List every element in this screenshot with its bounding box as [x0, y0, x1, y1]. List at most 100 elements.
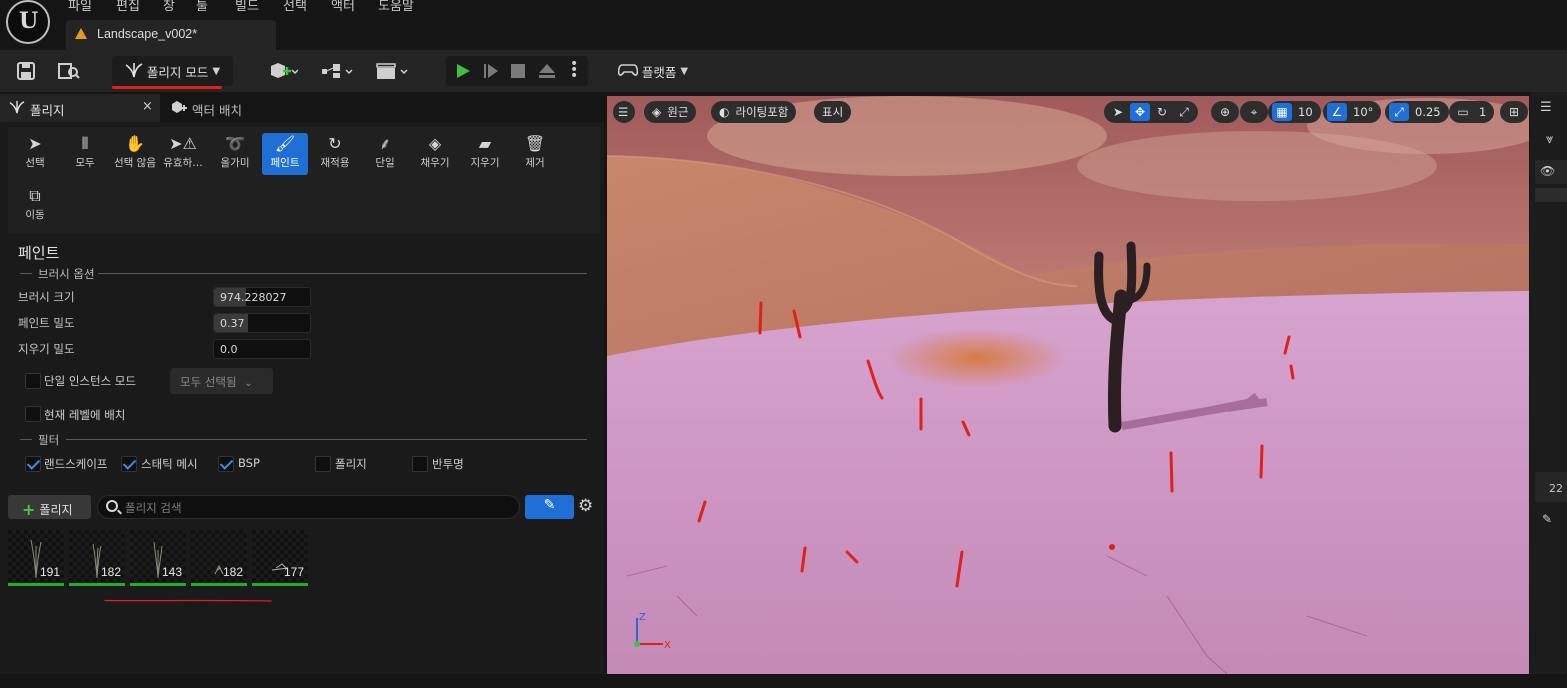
stop-icon[interactable]: [510, 63, 526, 82]
camera-speed-value[interactable]: 1: [1475, 105, 1490, 119]
paint-brush-icon: 🖌: [274, 134, 296, 153]
menu-build[interactable]: 빌드: [235, 0, 259, 14]
filter-icon[interactable]: ⩔: [1546, 132, 1553, 147]
foliage-type-tile[interactable]: 143: [130, 530, 186, 586]
filter-foliage-checkbox[interactable]: [315, 456, 331, 472]
instance-select-dropdown[interactable]: 모두 선택됨 ⌄: [170, 368, 273, 394]
tool-select-all[interactable]: ⦀ 모두: [62, 133, 108, 175]
foliage-type-tile[interactable]: 182: [191, 530, 247, 586]
tool-select-all-label: 모두: [75, 157, 95, 169]
perspective-button[interactable]: ◈ 원근: [644, 101, 697, 123]
unreal-logo-icon[interactable]: U: [6, 0, 50, 44]
scale-snap-value[interactable]: 0.25: [1411, 105, 1445, 119]
filter-bsp-checkbox[interactable]: [218, 456, 234, 472]
tool-paint[interactable]: 🖌 페인트: [262, 133, 308, 175]
gear-icon[interactable]: ⚙: [578, 496, 593, 516]
show-flags-button[interactable]: 표시: [814, 101, 852, 123]
tool-select-invalid[interactable]: ➤⚠ 유효하…: [160, 133, 206, 175]
play-options-icon[interactable]: • • •: [570, 57, 578, 83]
tab-foliage[interactable]: 폴리지 ×: [0, 94, 160, 122]
tool-select[interactable]: ➤ 선택: [12, 133, 58, 175]
surface-snap-icon[interactable]: ⌖: [1244, 103, 1264, 121]
platforms-button[interactable]: 플랫폼 ▼: [611, 56, 695, 86]
browse-content-icon[interactable]: [56, 58, 82, 84]
save-icon[interactable]: [13, 58, 39, 84]
blueprint-icon[interactable]: [318, 58, 358, 84]
rotation-snap-value[interactable]: 10°: [1349, 105, 1377, 119]
fill-bucket-icon: ◈: [428, 134, 442, 153]
tool-paint-label: 페인트: [270, 157, 300, 169]
foliage-type-tile[interactable]: 191: [8, 530, 64, 586]
foliage-type-tile[interactable]: 182: [69, 530, 125, 586]
erase-density-label: 지우기 밀도: [18, 342, 75, 356]
filter-static-mesh-label: 스태틱 메시: [141, 457, 198, 471]
cinematics-icon[interactable]: [373, 58, 413, 84]
viewport-menu-button[interactable]: ☰: [613, 101, 635, 123]
foliage-instance-count: 191: [39, 565, 60, 579]
translate-tool-icon[interactable]: ✥: [1130, 103, 1150, 121]
tool-lasso[interactable]: ➰ 올가미: [212, 133, 258, 175]
erase-density-input[interactable]: 0.0: [213, 339, 311, 359]
chevron-down-icon: ▼: [680, 65, 689, 77]
grid-snap-icon[interactable]: ▦: [1272, 103, 1292, 121]
paint-density-input[interactable]: 0.37: [213, 313, 311, 333]
menu-help[interactable]: 도움말: [378, 0, 414, 14]
place-current-level-label: 현재 레벨에 배치: [44, 408, 126, 422]
outliner-icon[interactable]: ☰: [1540, 100, 1552, 115]
tool-fill[interactable]: ◈ 채우기: [412, 133, 458, 175]
play-icon[interactable]: [454, 62, 472, 83]
tool-reapply[interactable]: ↻ 재적용: [312, 133, 358, 175]
step-icon[interactable]: [482, 62, 500, 83]
eject-icon[interactable]: [538, 62, 556, 83]
filter-translucent-checkbox[interactable]: [412, 456, 428, 472]
axis-x-label: X: [664, 640, 671, 651]
filter-static-mesh-checkbox[interactable]: [121, 456, 137, 472]
level-viewport[interactable]: Z X ☰ ◈ 원근 ◐ 라이팅포함 표시 ➤ ✥ ↻ ⤢ ⊕ ⌖ ▦ 10 ∠…: [607, 96, 1529, 674]
add-foliage-button[interactable]: + 폴리지: [8, 495, 91, 519]
outliner-row[interactable]: [1535, 188, 1567, 202]
filter-landscape-checkbox[interactable]: [25, 456, 41, 472]
tool-single[interactable]: ⸙ 단일: [362, 133, 408, 175]
tool-move[interactable]: ⧉ 이동: [12, 185, 58, 227]
camera-icon[interactable]: ▭: [1453, 103, 1473, 121]
visibility-eye-icon[interactable]: 👁: [1540, 164, 1555, 178]
brush-size-input[interactable]: 974.228027: [213, 287, 311, 307]
rotation-snap-icon[interactable]: ∠: [1327, 103, 1347, 121]
rotate-tool-icon[interactable]: ↻: [1152, 103, 1172, 121]
close-tab-icon[interactable]: ×: [142, 99, 153, 114]
filter-translucent-label: 반투명: [432, 457, 464, 471]
menu-tools[interactable]: 툴: [196, 0, 208, 14]
brush-options-heading: 브러시 옵션: [38, 267, 95, 281]
scale-tool-icon[interactable]: ⤢: [1174, 103, 1194, 121]
tool-remove[interactable]: 🗑 제거: [512, 133, 558, 175]
filter-bsp-label: BSP: [238, 456, 260, 470]
bottom-drawer-bar: [0, 674, 1567, 688]
menu-file[interactable]: 파일: [68, 0, 92, 14]
menu-actor[interactable]: 액터: [331, 0, 355, 14]
tool-lasso-label: 올가미: [220, 157, 250, 169]
scale-snap-icon[interactable]: ⤢: [1389, 103, 1409, 121]
cube-icon: ◈: [652, 105, 662, 119]
grid-snap-value[interactable]: 10: [1294, 105, 1317, 119]
menu-edit[interactable]: 편집: [116, 0, 140, 14]
tool-erase[interactable]: ▰ 지우기: [462, 133, 508, 175]
globe-icon[interactable]: ⊕: [1215, 103, 1235, 121]
single-instance-checkbox[interactable]: [25, 373, 41, 389]
document-tab[interactable]: Landscape_v002*: [66, 20, 276, 50]
select-tool-icon[interactable]: ➤: [1108, 103, 1128, 121]
mode-selector-button[interactable]: 폴리지 모드 ▼: [112, 56, 233, 86]
edit-pencil-icon[interactable]: ✎: [1542, 512, 1552, 526]
tool-erase-label: 지우기: [470, 157, 500, 169]
menu-window[interactable]: 창: [163, 0, 175, 14]
foliage-search-input[interactable]: 폴리지 검색: [97, 495, 520, 519]
foliage-type-tile[interactable]: 177: [252, 530, 308, 586]
menu-select[interactable]: 선택: [283, 0, 307, 14]
view-mode-button[interactable]: ◐ 라이팅포함: [711, 101, 797, 123]
annotation-underline-mode: [112, 86, 222, 89]
foliage-instance-count: 143: [161, 565, 182, 579]
foliage-paint-toggle-button[interactable]: ✎: [525, 495, 574, 519]
layout-grid-icon[interactable]: ⊞: [1504, 103, 1524, 121]
tool-deselect[interactable]: ✋ 선택 않음: [112, 133, 158, 175]
place-current-level-checkbox[interactable]: [25, 406, 41, 422]
add-actor-icon[interactable]: [263, 58, 303, 84]
